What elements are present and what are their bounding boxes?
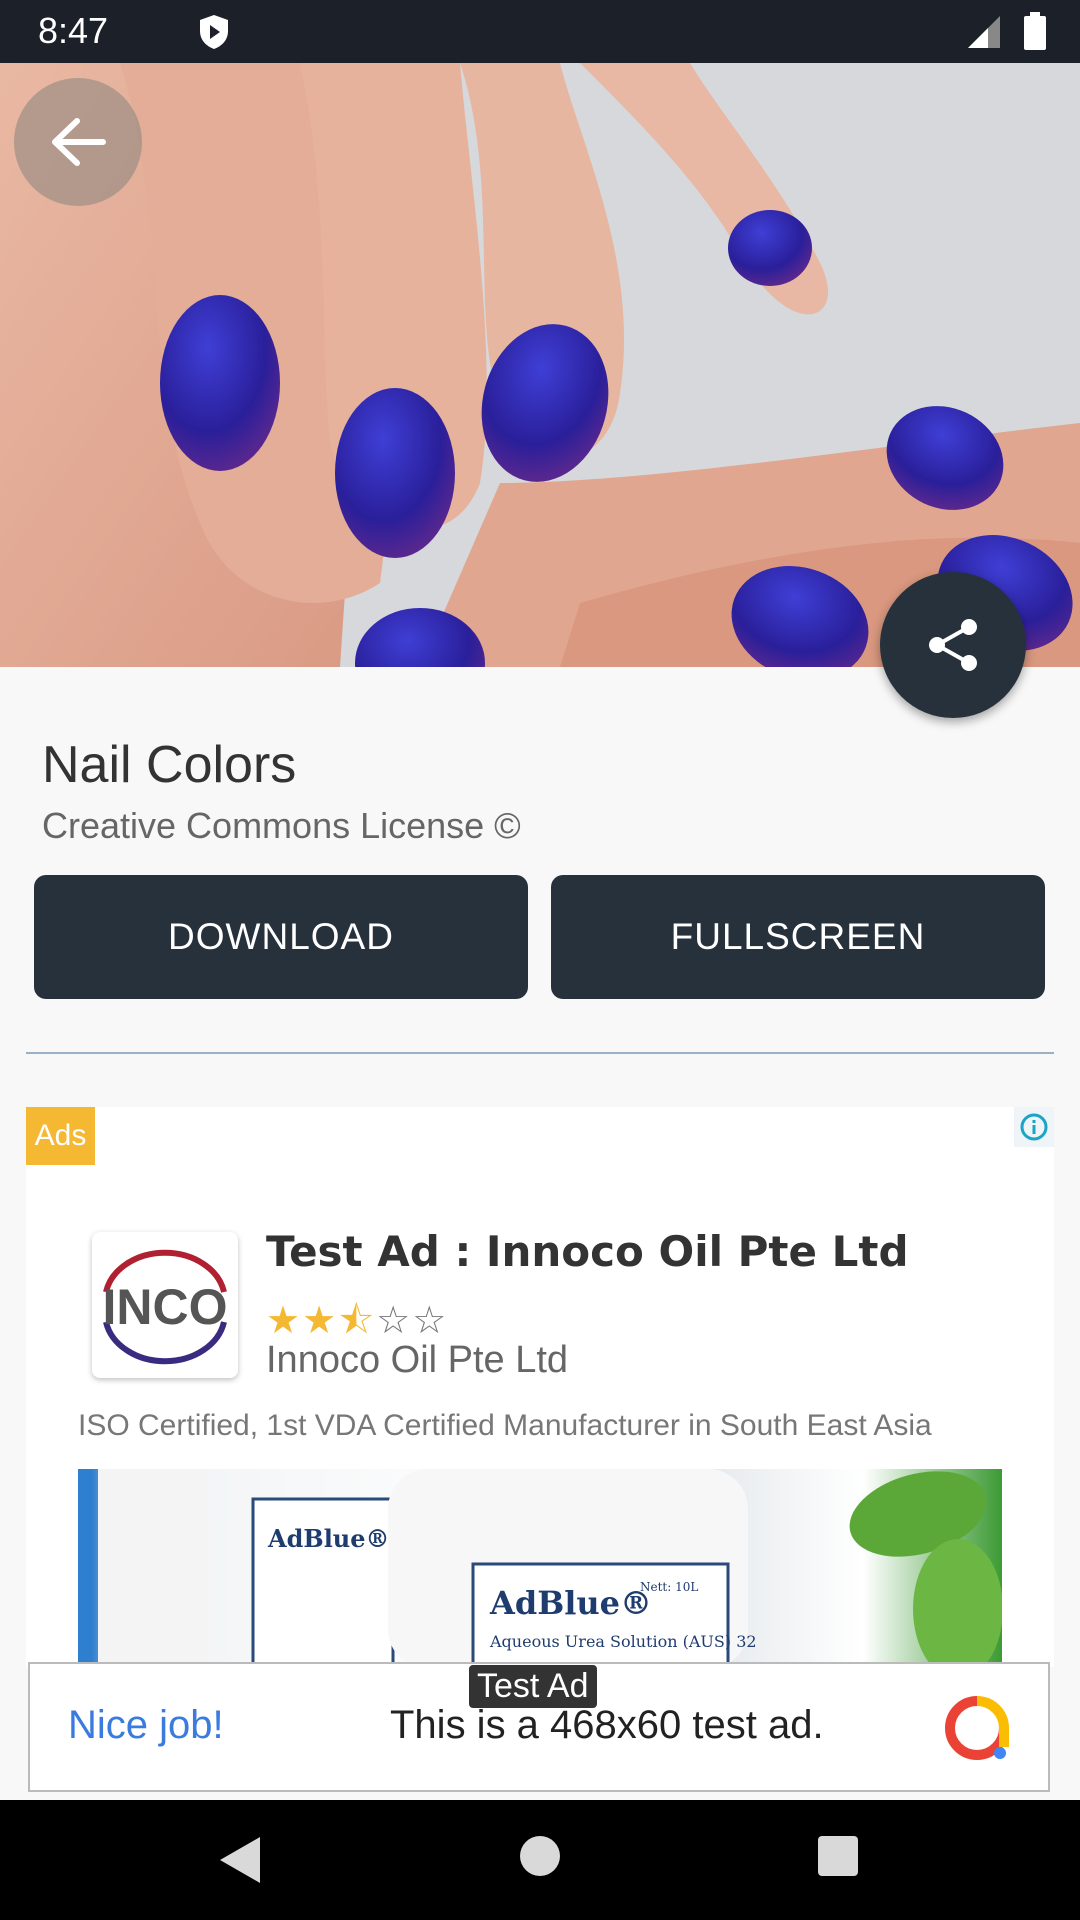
- status-time: 8:47: [38, 10, 109, 51]
- info-icon[interactable]: [1014, 1107, 1054, 1147]
- fullscreen-button[interactable]: FULLSCREEN: [551, 875, 1045, 999]
- logo-text: INCO: [103, 1279, 228, 1335]
- star-full-icon: ★: [302, 1298, 339, 1342]
- star-empty-icon: ☆: [376, 1298, 413, 1342]
- signal-icon: [968, 16, 1000, 48]
- nav-recents-icon[interactable]: [818, 1836, 858, 1876]
- star-half-icon: ⯪: [338, 1298, 377, 1342]
- advertiser-logo[interactable]: INCO: [92, 1232, 238, 1378]
- ad-media-image[interactable]: AdBlue® AdBlue® Aqueous Urea Solution (A…: [78, 1469, 1002, 1667]
- ad-advertiser: Innoco Oil Pte Ltd: [266, 1339, 569, 1381]
- ad-headline[interactable]: Test Ad : Innoco Oil Pte Ltd: [266, 1227, 909, 1276]
- nav-home-icon[interactable]: [520, 1836, 560, 1876]
- battery-icon: [1024, 12, 1046, 50]
- license-label: Creative Commons License ©: [42, 805, 521, 846]
- nail-photo-image: [0, 63, 1080, 667]
- ad-image-label-2: AdBlue®: [489, 1584, 652, 1622]
- status-bar: 8:47: [0, 0, 1080, 63]
- download-button[interactable]: DOWNLOAD: [34, 875, 528, 999]
- share-button[interactable]: [880, 572, 1026, 718]
- native-ad-card[interactable]: Ads INCO Test Ad : Innoco Oil Pte Ltd ★★…: [26, 1107, 1054, 1667]
- back-button[interactable]: [14, 78, 142, 206]
- ad-body: ISO Certified, 1st VDA Certified Manufac…: [78, 1409, 932, 1442]
- share-icon: [929, 619, 977, 671]
- star-full-icon: ★: [266, 1298, 303, 1342]
- ad-image-label-4: Nett: 10L: [640, 1580, 698, 1594]
- ad-image-label-3: Aqueous Urea Solution (AUS) 32: [489, 1632, 757, 1651]
- ads-badge: Ads: [26, 1107, 95, 1165]
- banner-nice-text: Nice job!: [68, 1703, 224, 1747]
- divider: [26, 1052, 1054, 1054]
- star-empty-icon: ☆: [412, 1298, 449, 1342]
- nav-back-icon[interactable]: [216, 1835, 264, 1885]
- admob-logo-icon: [945, 1696, 1009, 1760]
- arrow-left-icon: [52, 118, 106, 166]
- shield-icon: [200, 15, 228, 49]
- test-ad-label: Test Ad: [469, 1665, 597, 1708]
- hand-illustration: [0, 63, 1080, 667]
- page-title: Nail Colors: [42, 736, 297, 794]
- banner-ad-text: This is a 468x60 test ad.: [390, 1703, 824, 1747]
- ad-image-label-1: AdBlue®: [267, 1524, 390, 1553]
